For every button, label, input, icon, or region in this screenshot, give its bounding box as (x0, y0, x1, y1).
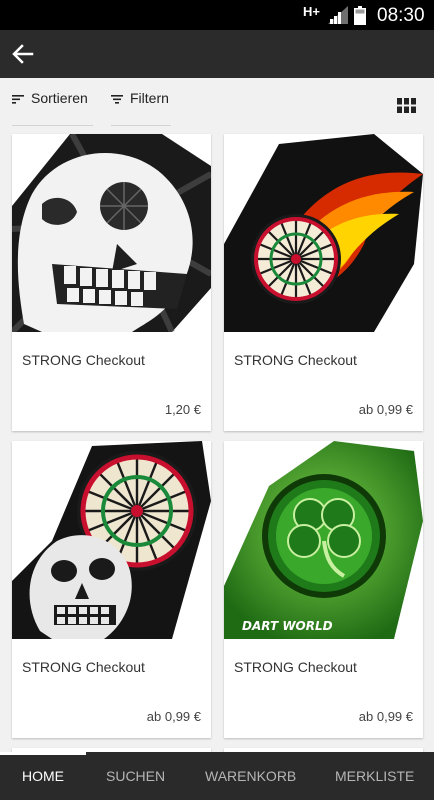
product-image: DART WORLD (224, 441, 423, 639)
product-title: STRONG Checkout (234, 659, 357, 675)
bottom-nav: HOME SUCHEN WARENKORB MERKLISTE (0, 752, 434, 800)
filter-icon (111, 95, 123, 104)
product-title: STRONG Checkout (234, 352, 357, 368)
clock: 08:30 (377, 5, 425, 26)
battery-icon (354, 6, 366, 25)
product-card[interactable]: DART WORLD STRONG Checkout ab 0,99 € (224, 441, 423, 738)
product-title: STRONG Checkout (22, 352, 145, 368)
nav-search[interactable]: SUCHEN (106, 768, 165, 784)
grid-view-icon[interactable] (397, 98, 416, 113)
skull-dartboard-flight-image (12, 441, 211, 639)
nav-home[interactable]: HOME (22, 768, 64, 784)
product-price: ab 0,99 € (146, 709, 201, 724)
sort-icon (12, 95, 24, 104)
product-price: ab 0,99 € (358, 402, 413, 417)
status-bar: H+ 08:30 (0, 0, 434, 30)
product-price: ab 0,99 € (358, 709, 413, 724)
nav-wishlist[interactable]: MERKLISTE (335, 768, 414, 784)
filter-button[interactable]: Filtern (111, 90, 171, 126)
skull-dart-flight-image (12, 134, 211, 332)
nav-cart[interactable]: WARENKORB (205, 768, 296, 784)
filter-label: Filtern (130, 90, 169, 106)
arrow-left-icon[interactable] (10, 42, 36, 66)
app-bar (0, 30, 434, 78)
product-card[interactable]: STRONG Checkout ab 0,99 € (224, 134, 423, 431)
network-type: H+ (303, 4, 320, 19)
product-card[interactable]: STRONG Checkout 1,20 € (12, 134, 211, 431)
product-image (12, 134, 211, 332)
image-brand-text: DART WORLD (242, 619, 333, 633)
product-image (12, 441, 211, 639)
sort-button[interactable]: Sortieren (12, 90, 93, 126)
signal-icon (328, 6, 348, 24)
sort-label: Sortieren (31, 90, 88, 106)
product-image (224, 134, 423, 332)
product-title: STRONG Checkout (22, 659, 145, 675)
fireball-dartboard-flight-image (224, 134, 423, 332)
product-list: Sortieren Filtern STRONG Checkout 1,20 €… (0, 78, 434, 752)
product-price: 1,20 € (164, 402, 201, 417)
active-tab-indicator (0, 752, 86, 755)
list-toolbar: Sortieren Filtern (0, 78, 434, 126)
shamrock-dart-flight-image: DART WORLD (224, 441, 423, 639)
product-card[interactable]: STRONG Checkout ab 0,99 € (12, 441, 211, 738)
